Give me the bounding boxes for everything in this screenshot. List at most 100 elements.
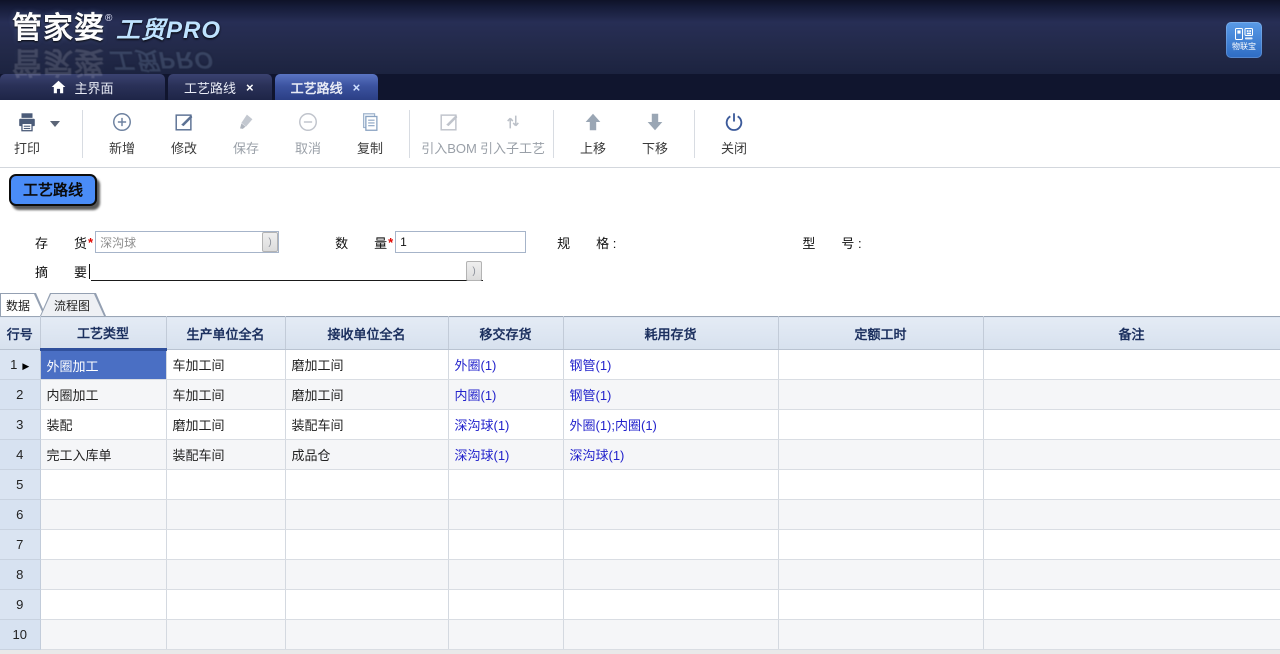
table-cell[interactable]: 磨加工间 — [166, 410, 285, 440]
table-cell[interactable] — [40, 620, 166, 650]
column-header-receiving-unit[interactable]: 接收单位全名 — [285, 317, 448, 350]
move-up-button[interactable]: 上移 — [562, 105, 624, 163]
close-icon[interactable]: × — [244, 80, 256, 95]
table-cell[interactable]: 装配 — [40, 410, 166, 440]
table-cell[interactable] — [40, 530, 166, 560]
table-cell[interactable] — [563, 500, 778, 530]
tab-main-screen[interactable]: 主界面 — [0, 74, 165, 100]
table-cell[interactable] — [778, 620, 983, 650]
table-cell[interactable]: 内圈(1) — [448, 380, 563, 410]
row-number-cell[interactable]: 5 — [0, 470, 40, 500]
table-cell[interactable] — [778, 560, 983, 590]
table-cell[interactable]: 深沟球(1) — [563, 440, 778, 470]
table-cell[interactable] — [778, 530, 983, 560]
table-cell[interactable] — [778, 380, 983, 410]
close-icon[interactable]: × — [351, 80, 363, 95]
table-cell[interactable]: 钢管(1) — [563, 350, 778, 380]
column-header-consumed-inventory[interactable]: 耗用存货 — [563, 317, 778, 350]
table-cell[interactable] — [166, 530, 285, 560]
table-cell[interactable] — [285, 590, 448, 620]
table-cell[interactable]: 内圈加工 — [40, 380, 166, 410]
row-number-cell[interactable]: 9 — [0, 590, 40, 620]
tab-process-route-2-active[interactable]: 工艺路线 × — [275, 74, 379, 100]
table-cell[interactable] — [166, 590, 285, 620]
table-cell[interactable]: 外圈(1);内圈(1) — [563, 410, 778, 440]
table-cell[interactable] — [40, 560, 166, 590]
copy-button[interactable]: 复制 — [339, 105, 401, 163]
inventory-input[interactable] — [95, 231, 279, 253]
table-cell[interactable] — [983, 470, 1280, 500]
cancel-button[interactable]: 取消 — [277, 105, 339, 163]
column-header-rowno[interactable]: 行号 — [0, 317, 40, 350]
table-cell[interactable] — [778, 410, 983, 440]
table-cell[interactable] — [40, 500, 166, 530]
table-cell[interactable] — [778, 590, 983, 620]
modify-button[interactable]: 修改 — [153, 105, 215, 163]
table-cell[interactable] — [778, 470, 983, 500]
column-header-standard-hours[interactable]: 定额工时 — [778, 317, 983, 350]
table-cell[interactable] — [563, 470, 778, 500]
row-number-cell[interactable]: 2 — [0, 380, 40, 410]
table-cell[interactable]: 成品仓 — [285, 440, 448, 470]
table-cell[interactable] — [166, 560, 285, 590]
table-cell[interactable]: 装配车间 — [166, 440, 285, 470]
row-number-cell[interactable]: 3 — [0, 410, 40, 440]
table-cell[interactable]: 钢管(1) — [563, 380, 778, 410]
table-cell[interactable] — [448, 530, 563, 560]
column-header-producing-unit[interactable]: 生产单位全名 — [166, 317, 285, 350]
table-cell[interactable]: 深沟球(1) — [448, 410, 563, 440]
import-sub-process-button[interactable]: 引入子工艺 — [480, 105, 545, 163]
table-cell[interactable]: 车加工间 — [166, 350, 285, 380]
row-number-cell[interactable]: 6 — [0, 500, 40, 530]
table-cell[interactable] — [563, 530, 778, 560]
table-cell[interactable] — [983, 380, 1280, 410]
row-number-cell[interactable]: 7 — [0, 530, 40, 560]
table-cell[interactable] — [448, 590, 563, 620]
table-cell[interactable] — [166, 620, 285, 650]
table-cell[interactable] — [983, 500, 1280, 530]
table-cell[interactable] — [983, 350, 1280, 380]
lookup-icon[interactable]: ) — [466, 261, 482, 281]
move-down-button[interactable]: 下移 — [624, 105, 686, 163]
save-button[interactable]: 保存 — [215, 105, 277, 163]
table-cell[interactable]: 车加工间 — [166, 380, 285, 410]
table-cell[interactable] — [563, 590, 778, 620]
table-cell[interactable] — [166, 500, 285, 530]
table-cell[interactable]: 装配车间 — [285, 410, 448, 440]
column-header-process-type[interactable]: 工艺类型 — [40, 317, 166, 350]
row-number-cell[interactable]: 1▶ — [0, 350, 40, 380]
table-cell[interactable]: 外圈加工 — [40, 350, 166, 380]
table-cell[interactable]: 完工入库单 — [40, 440, 166, 470]
row-number-cell[interactable]: 8 — [0, 560, 40, 590]
table-cell[interactable] — [778, 350, 983, 380]
column-header-transfer-inventory[interactable]: 移交存货 — [448, 317, 563, 350]
table-cell[interactable]: 磨加工间 — [285, 380, 448, 410]
row-number-cell[interactable]: 4 — [0, 440, 40, 470]
iot-treasure-button[interactable]: 物联宝 — [1226, 22, 1262, 58]
table-cell[interactable] — [778, 440, 983, 470]
table-cell[interactable] — [166, 470, 285, 500]
row-number-cell[interactable]: 10 — [0, 620, 40, 650]
table-cell[interactable] — [448, 620, 563, 650]
table-cell[interactable] — [448, 560, 563, 590]
print-button[interactable]: 打印 — [4, 105, 50, 163]
table-cell[interactable] — [983, 560, 1280, 590]
table-cell[interactable] — [983, 410, 1280, 440]
table-cell[interactable] — [285, 620, 448, 650]
column-header-remarks[interactable]: 备注 — [983, 317, 1280, 350]
table-cell[interactable] — [563, 620, 778, 650]
table-cell[interactable] — [983, 440, 1280, 470]
print-dropdown-caret[interactable] — [50, 121, 60, 127]
table-cell[interactable] — [983, 530, 1280, 560]
table-cell[interactable]: 外圈(1) — [448, 350, 563, 380]
table-cell[interactable] — [983, 620, 1280, 650]
tab-flowchart[interactable]: 流程图 — [40, 293, 106, 316]
table-cell[interactable] — [40, 590, 166, 620]
table-cell[interactable]: 深沟球(1) — [448, 440, 563, 470]
add-button[interactable]: 新增 — [91, 105, 153, 163]
tab-process-route-1[interactable]: 工艺路线 × — [168, 74, 272, 100]
table-cell[interactable] — [778, 500, 983, 530]
table-cell[interactable] — [448, 470, 563, 500]
table-cell[interactable] — [448, 500, 563, 530]
summary-input[interactable] — [91, 261, 483, 281]
